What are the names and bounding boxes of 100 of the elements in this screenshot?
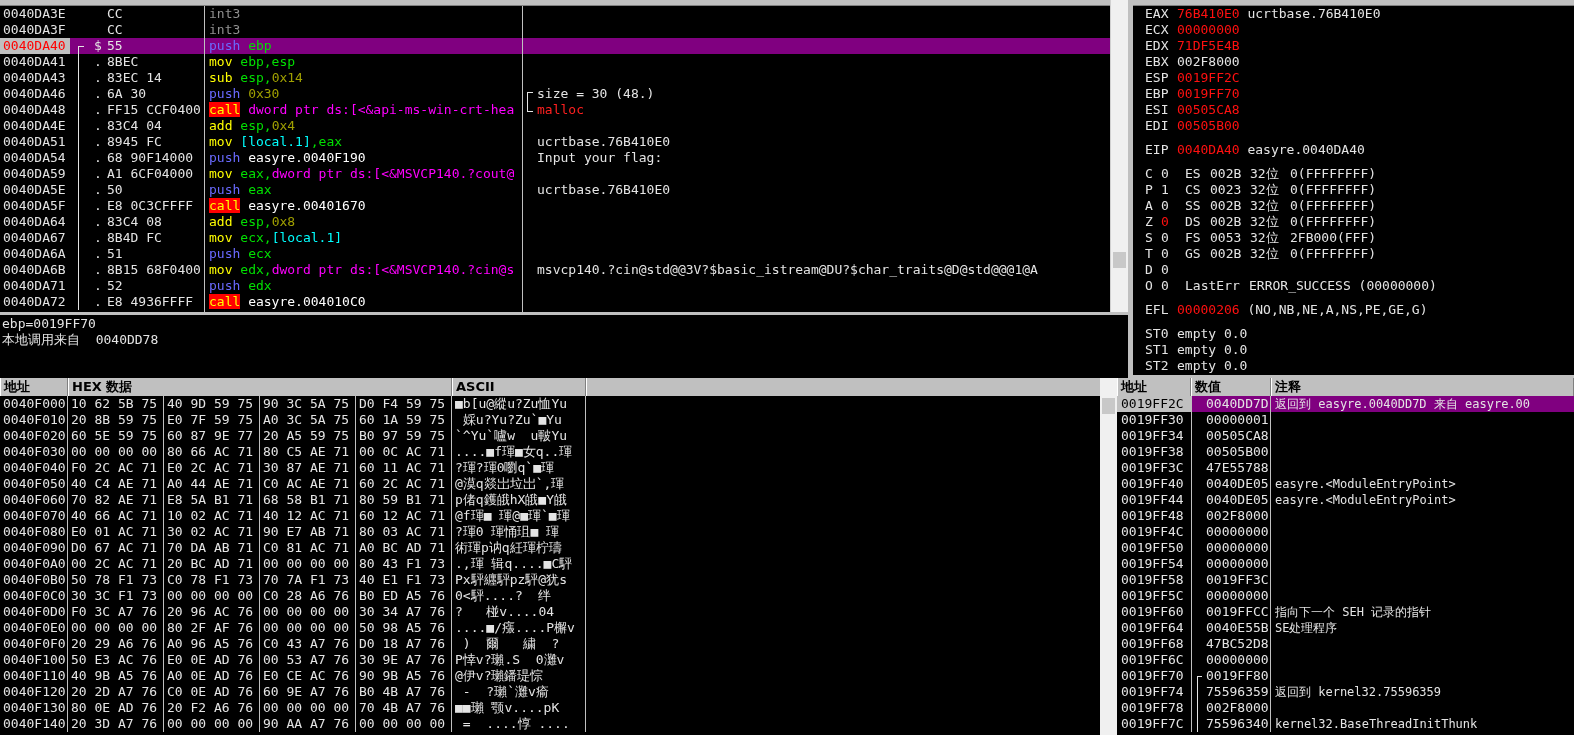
register-value[interactable]: 00505B00 [1177, 118, 1240, 134]
register-value[interactable]: 00000206 [1177, 302, 1240, 318]
entry-marker: . [94, 262, 102, 277]
hex-bytes: 30 02 AC 71 [164, 524, 260, 540]
address-cell: 0040F0B0 [0, 572, 68, 588]
scrollbar[interactable] [1100, 378, 1117, 735]
hex-bytes: 90 AA A7 76 [260, 716, 356, 732]
hex-bytes: 20 3D A7 76 [68, 716, 164, 732]
address-cell: 0040F130 [0, 700, 68, 716]
hex-bytes: C0 28 A6 76 [260, 588, 356, 604]
flag-value[interactable]: 0 [1161, 214, 1185, 230]
comment-text: kernel32.BaseThreadInitThunk [1274, 716, 1479, 732]
address-cell[interactable]: 0019FF4C [1117, 524, 1191, 540]
register-name: ESP [1145, 70, 1170, 86]
hex-bytes: E8 4936FFFF [106, 294, 195, 310]
register-value[interactable]: 71DF5E4B [1177, 38, 1240, 54]
address-cell[interactable]: 0019FF68 [1117, 636, 1191, 652]
register-value[interactable]: 0019FF2C [1177, 70, 1240, 86]
address-cell[interactable]: 0019FF74 [1117, 684, 1191, 700]
hex-bytes: A0 0E AD 76 [164, 668, 260, 684]
flag-value[interactable]: 0 [1161, 166, 1185, 182]
address-cell[interactable]: 0019FF54 [1117, 556, 1191, 572]
hex-bytes: E0 CE AC 76 [260, 668, 356, 684]
address-cell: 0040F0D0 [0, 604, 68, 620]
address-cell-text: 0040DA3F [2, 22, 67, 38]
address-cell: 0040DA40 [0, 38, 70, 54]
hex-bytes: B0 97 59 75 [356, 428, 452, 444]
hex-bytes: C0 43 A7 76 [260, 636, 356, 652]
code-row[interactable]: 0040DA40 $ 55 push ebp [0, 38, 1110, 54]
hex-bytes: 20 29 A6 76 [68, 636, 164, 652]
hex-bytes: 60 11 AC 71 [356, 460, 452, 476]
address-cell: 0040F060 [0, 492, 68, 508]
address-cell[interactable]: 0019FF2C [1117, 396, 1191, 412]
address-cell[interactable]: 0019FF60 [1117, 604, 1191, 620]
flag-value[interactable]: 0 [1161, 278, 1185, 294]
flag-value[interactable]: 0 [1161, 198, 1185, 214]
column-header[interactable]: ASCII [452, 378, 586, 396]
address-cell[interactable]: 0019FF78 [1117, 700, 1191, 716]
instruction: mov edx,dword ptr ds:[<&MSVCP140.?cin@s [208, 262, 516, 278]
register-value[interactable]: 00000000 [1177, 22, 1240, 38]
instruction: call dword ptr ds:[<&api-ms-win-crt-hea [208, 102, 516, 118]
register-value[interactable]: 0019FF70 [1177, 86, 1240, 102]
hex-bytes: F0 3C A7 76 [68, 604, 164, 620]
hex-bytes: D0 F4 59 75 [356, 396, 452, 412]
segment-base: 0(FFFFFFFF) [1290, 198, 1377, 214]
address-cell[interactable]: 0019FF3C [1117, 460, 1191, 476]
hex-bytes: 70 82 AE 71 [68, 492, 164, 508]
register-value[interactable]: 0040DA40 [1177, 142, 1240, 158]
hex-bytes: 70 7A F1 73 [260, 572, 356, 588]
hex-bytes: 00 0C AC 71 [356, 444, 452, 460]
register-value[interactable]: 002F8000 [1177, 54, 1240, 70]
flag-value[interactable]: 1 [1161, 182, 1185, 198]
flag-value[interactable]: 0 [1161, 262, 1185, 278]
address-cell[interactable]: 0019FF7C [1117, 716, 1191, 732]
hex-bytes: E8 0C3CFFFF [106, 198, 195, 214]
register-name: EFL [1145, 302, 1170, 318]
hex-bytes: 80 43 F1 73 [356, 556, 452, 572]
ascii-text: ....■/瘬....P檞v [452, 620, 586, 636]
hex-bytes: 70 DA AB 71 [164, 540, 260, 556]
hex-bytes: 90 3C 5A 75 [260, 396, 356, 412]
entry-marker: $ [94, 38, 102, 53]
instruction: mov ebp,esp [208, 54, 297, 70]
address-cell[interactable]: 0019FF38 [1117, 444, 1191, 460]
address-cell[interactable]: 0019FF70 [1117, 668, 1191, 684]
hex-bytes: 20 96 AC 76 [164, 604, 260, 620]
address-cell[interactable]: 0019FF6C [1117, 652, 1191, 668]
address-cell[interactable]: 0019FF40 [1117, 476, 1191, 492]
segment-selector: 002B [1210, 214, 1243, 230]
hex-bytes: C0 AC AE 71 [260, 476, 356, 492]
hex-bytes: 30 3C F1 73 [68, 588, 164, 604]
address-cell: 0040F090 [0, 540, 68, 556]
register-value[interactable]: 00505CA8 [1177, 102, 1240, 118]
hex-bytes: 50 E3 AC 76 [68, 652, 164, 668]
column-header[interactable]: 地址 [0, 378, 68, 396]
hex-bytes: CC [106, 6, 124, 22]
address-cell[interactable]: 0019FF30 [1117, 412, 1191, 428]
hex-bytes: 80 03 AC 71 [356, 524, 452, 540]
entry-marker: . [94, 230, 102, 245]
hex-bytes: 83EC 14 [106, 70, 163, 86]
address-cell[interactable]: 0019FF58 [1117, 572, 1191, 588]
entry-marker: . [94, 70, 102, 85]
address-cell[interactable]: 0019FF48 [1117, 508, 1191, 524]
address-cell[interactable]: 0019FF34 [1117, 428, 1191, 444]
address-cell-text: 0040DA5F [2, 198, 67, 214]
flag-value[interactable]: 0 [1161, 230, 1185, 246]
column-header[interactable]: HEX 数据 [68, 378, 452, 396]
address-cell[interactable]: 0019FF44 [1117, 492, 1191, 508]
register-name: ST1 [1145, 342, 1170, 358]
address-cell: 0040F040 [0, 460, 68, 476]
hex-bytes: A0 44 AE 71 [164, 476, 260, 492]
scrollbar[interactable] [1110, 0, 1128, 312]
register-name: EDX [1145, 38, 1170, 54]
address-cell[interactable]: 0019FF64 [1117, 620, 1191, 636]
address-cell[interactable]: 0019FF5C [1117, 588, 1191, 604]
register-value[interactable]: 76B410E0 [1177, 6, 1240, 22]
instruction: mov eax,dword ptr ds:[<&MSVCP140.?cout@ [208, 166, 516, 182]
flag-name: Z [1145, 214, 1154, 230]
flag-value[interactable]: 0 [1161, 246, 1185, 262]
address-cell[interactable]: 0019FF50 [1117, 540, 1191, 556]
hex-bytes: 90 E7 AB 71 [260, 524, 356, 540]
